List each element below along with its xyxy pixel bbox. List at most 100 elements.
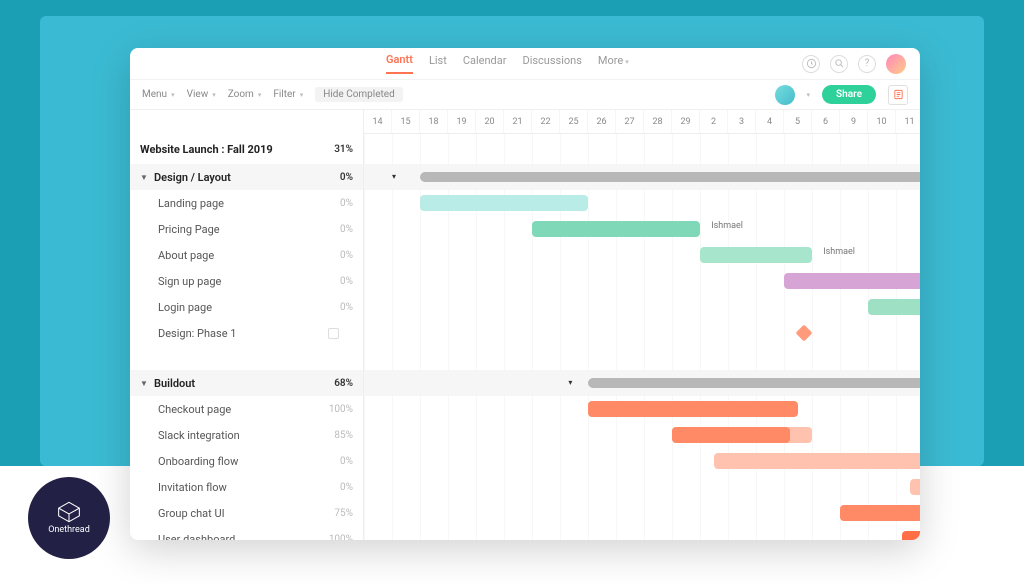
history-icon[interactable] xyxy=(802,55,820,73)
task-name: Checkout page xyxy=(158,403,231,416)
task-name: User dashboard xyxy=(158,533,235,541)
task-row[interactable]: Group chat UI 75% xyxy=(130,500,363,526)
task-bar[interactable] xyxy=(700,247,812,263)
gantt-task-row xyxy=(364,422,920,448)
task-row[interactable]: Invitation flow 0% xyxy=(130,474,363,500)
task-bar[interactable] xyxy=(784,273,920,289)
task-row[interactable]: Slack integration85% xyxy=(130,422,363,448)
date-cell: 6 xyxy=(812,110,840,133)
task-progress: 0% xyxy=(317,302,353,313)
project-title: Website Launch : Fall 2019 xyxy=(140,143,273,156)
task-bar[interactable] xyxy=(714,453,920,469)
task-bar[interactable] xyxy=(868,299,920,315)
task-bar[interactable] xyxy=(588,401,798,417)
tab-discussions[interactable]: Discussions xyxy=(522,54,581,73)
assignee-avatar[interactable] xyxy=(775,85,795,105)
project-progress: 31% xyxy=(317,144,353,155)
menu-dropdown[interactable]: Menu xyxy=(142,89,175,100)
group-row[interactable]: ▼Buildout68% xyxy=(130,370,363,396)
task-row[interactable]: Pricing Page0% xyxy=(130,216,363,242)
view-dropdown[interactable]: View xyxy=(187,89,216,100)
gantt-task-row xyxy=(364,320,920,346)
date-cell: 9 xyxy=(840,110,868,133)
task-bar[interactable] xyxy=(902,531,920,540)
gantt-task-row xyxy=(364,448,920,474)
task-bar[interactable] xyxy=(840,505,920,521)
task-row[interactable]: User dashboard100% xyxy=(130,526,363,540)
task-row[interactable]: Login page 0% xyxy=(130,294,363,320)
tab-more[interactable]: More xyxy=(598,54,629,73)
task-name: Group chat UI xyxy=(158,507,225,520)
main-area: Website Launch : Fall 2019 31% ▼Design /… xyxy=(130,110,920,540)
task-row[interactable]: Onboarding flow0% xyxy=(130,448,363,474)
task-progress: 0% xyxy=(317,276,353,287)
gantt-chart[interactable]: 141518192021222526272829234569101112 ▾Is… xyxy=(364,110,920,540)
task-name: Design: Phase 1 xyxy=(158,327,236,340)
date-cell: 10 xyxy=(868,110,896,133)
gantt-task-row xyxy=(364,190,920,216)
help-icon[interactable]: ? xyxy=(858,55,876,73)
tab-calendar[interactable]: Calendar xyxy=(463,54,507,73)
hide-completed-toggle[interactable]: Hide Completed xyxy=(315,87,403,102)
summary-caret-icon: ▾ xyxy=(568,378,572,387)
task-progress: 0% xyxy=(317,224,353,235)
filter-dropdown[interactable]: Filter xyxy=(273,89,303,100)
task-name: Onboarding flow xyxy=(158,455,238,468)
zoom-dropdown[interactable]: Zoom xyxy=(228,89,262,100)
date-cell: 29 xyxy=(672,110,700,133)
date-cell: 28 xyxy=(644,110,672,133)
gantt-task-row: Ishmael xyxy=(364,242,920,268)
task-name: Invitation flow xyxy=(158,481,227,494)
task-bar[interactable] xyxy=(532,221,700,237)
summary-bar[interactable] xyxy=(588,378,920,388)
task-row[interactable]: Landing page0% xyxy=(130,190,363,216)
task-name: Login page xyxy=(158,301,212,314)
onethread-logo: Onethread xyxy=(28,477,110,559)
task-name: Landing page xyxy=(158,197,224,210)
project-row[interactable]: Website Launch : Fall 2019 31% xyxy=(130,134,363,164)
date-cell: 25 xyxy=(560,110,588,133)
milestone-checkbox[interactable] xyxy=(328,328,339,339)
task-row[interactable]: Design: Phase 1 xyxy=(130,320,363,346)
gantt-task-row xyxy=(364,500,920,526)
collapse-caret-icon[interactable]: ▼ xyxy=(140,379,150,388)
user-avatar[interactable] xyxy=(886,54,906,74)
export-icon[interactable] xyxy=(888,85,908,105)
task-bar[interactable] xyxy=(420,195,588,211)
collapse-caret-icon[interactable]: ▼ xyxy=(140,173,150,182)
timeline-header: 141518192021222526272829234569101112 xyxy=(364,110,920,134)
logo-text: Onethread xyxy=(48,525,90,535)
tab-gantt[interactable]: Gantt xyxy=(386,53,413,74)
date-cell: 2 xyxy=(700,110,728,133)
search-icon[interactable] xyxy=(830,55,848,73)
date-cell: 15 xyxy=(392,110,420,133)
task-progress: 75% xyxy=(317,508,353,519)
date-cell: 26 xyxy=(588,110,616,133)
task-progress: 0% xyxy=(317,482,353,493)
gantt-rows: ▾IshmaelIshmael▾ xyxy=(364,134,920,540)
gantt-task-row xyxy=(364,268,920,294)
group-progress: 0% xyxy=(317,172,353,183)
task-progress: 85% xyxy=(317,430,353,441)
date-cell: 27 xyxy=(616,110,644,133)
top-nav: Gantt List Calendar Discussions More ? xyxy=(130,48,920,80)
task-row[interactable]: Sign up page 0% xyxy=(130,268,363,294)
tab-list[interactable]: List xyxy=(429,54,447,73)
share-button[interactable]: Share xyxy=(822,85,876,104)
summary-bar[interactable] xyxy=(420,172,920,182)
date-cell: 14 xyxy=(364,110,392,133)
task-row[interactable]: About page0% xyxy=(130,242,363,268)
task-name: Sign up page xyxy=(158,275,221,288)
task-bar[interactable] xyxy=(910,479,920,495)
date-cell: 22 xyxy=(532,110,560,133)
task-row[interactable]: Checkout page100% xyxy=(130,396,363,422)
date-cell: 21 xyxy=(504,110,532,133)
group-row[interactable]: ▼Design / Layout0% xyxy=(130,164,363,190)
date-cell: 18 xyxy=(420,110,448,133)
gantt-group-row: ▾ xyxy=(364,164,920,190)
milestone-diamond[interactable] xyxy=(796,325,813,342)
date-cell: 19 xyxy=(448,110,476,133)
task-bar[interactable] xyxy=(672,427,790,443)
gantt-task-row xyxy=(364,294,920,320)
gantt-task-row xyxy=(364,474,920,500)
